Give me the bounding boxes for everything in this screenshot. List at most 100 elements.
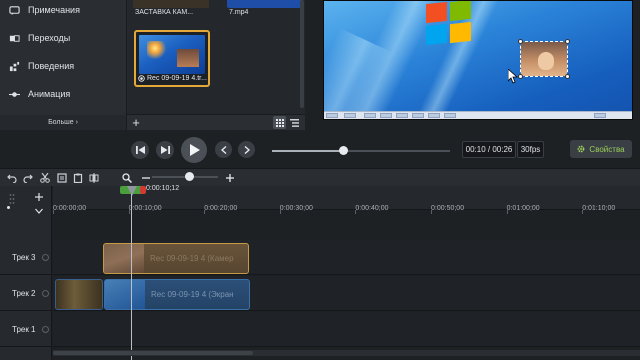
ruler-tick-mark xyxy=(582,210,584,214)
timeline-media-screen[interactable]: Rec 09-09-19 4 (Экран xyxy=(104,279,250,310)
collapse-tracks-button[interactable] xyxy=(35,201,43,214)
chevron-down-icon xyxy=(35,208,43,214)
ruler-tick-label: 0:00:40;00 xyxy=(355,205,389,212)
ruler-tick-mark xyxy=(431,210,432,214)
behaviors-icon xyxy=(0,61,28,72)
track-row-1[interactable] xyxy=(53,312,640,347)
ruler-tick-mark xyxy=(204,210,206,214)
ruler-tick-label: 0:00:00;00 xyxy=(53,205,87,212)
track-visibility-icon[interactable] xyxy=(42,253,49,261)
ruler-tick-mark xyxy=(355,210,357,214)
step-back-icon xyxy=(135,146,145,154)
zoom-in-button[interactable] xyxy=(224,172,235,183)
undo-button[interactable] xyxy=(6,172,17,183)
track-indicator xyxy=(7,206,10,209)
add-media-button[interactable]: + xyxy=(129,115,143,130)
tool-transitions[interactable]: Переходы xyxy=(0,25,127,51)
windows-logo xyxy=(426,1,474,46)
track-name: Трек 1 xyxy=(12,324,36,334)
more-tools-button[interactable]: Больше › xyxy=(0,115,127,130)
ruler-tick-label: 0:00:30;00 xyxy=(279,205,313,212)
play-icon xyxy=(189,144,200,156)
chevron-right-icon xyxy=(244,145,250,154)
tool-animation[interactable]: Анимация xyxy=(0,81,127,107)
properties-button[interactable]: Свойства xyxy=(570,140,632,158)
clip-thumbnail xyxy=(133,0,209,8)
tool-label: Поведения xyxy=(28,61,75,71)
clip-caption: ЗАСТАВКА КАМ... xyxy=(135,9,194,16)
ruler-tick-mark xyxy=(279,210,281,214)
ruler-tick-label: 0:00:50;00 xyxy=(431,205,465,212)
playhead-time: 0:00:10;12 xyxy=(146,185,180,192)
media-label: Rec 09-09-19 4 (Камер xyxy=(150,254,234,263)
playhead-line xyxy=(131,194,132,360)
ruler-tick-mark xyxy=(128,210,130,214)
redo-icon xyxy=(22,174,33,183)
chevron-left-icon xyxy=(220,145,226,154)
track-header-1[interactable]: Трек 1 xyxy=(0,312,52,347)
tool-label: Анимация xyxy=(28,89,71,99)
playback-progress xyxy=(272,150,344,152)
track-visibility-icon[interactable] xyxy=(42,289,49,297)
zoom-slider-handle[interactable] xyxy=(185,172,194,181)
tool-annotations[interactable]: Примечания xyxy=(0,0,127,23)
track-header-2[interactable]: Трек 2 xyxy=(0,276,52,311)
add-track-button[interactable] xyxy=(35,188,43,201)
tools-panel: Примечания Переходы Поведения Анимация xyxy=(0,0,127,115)
media-bin-scrollbar[interactable] xyxy=(300,0,304,108)
track-drag-handle-icon[interactable] xyxy=(9,192,15,204)
properties-label: Свойства xyxy=(589,144,625,154)
ruler-tick-label: 0:00:20;00 xyxy=(204,205,238,212)
fps-display[interactable]: 30fps xyxy=(517,141,544,158)
step-forward-icon xyxy=(160,146,170,154)
step-forward-button[interactable] xyxy=(156,141,174,159)
zoom-out-button[interactable] xyxy=(140,172,151,183)
grid-icon xyxy=(275,118,284,127)
tool-behaviors[interactable]: Поведения xyxy=(0,53,127,79)
minus-icon xyxy=(141,176,150,179)
grid-view-button[interactable] xyxy=(273,116,286,129)
track-header-3[interactable]: Трек 3 xyxy=(0,240,52,275)
timeline-scrollbar-thumb[interactable] xyxy=(53,351,253,355)
ruler-tick-label: 0:00:10;00 xyxy=(128,205,162,212)
media-bin-clip-selected[interactable]: Rec 09-09-19 4.tr... xyxy=(134,30,210,87)
previous-marker-button[interactable] xyxy=(215,141,232,158)
search-icon xyxy=(121,172,132,183)
scissors-icon xyxy=(39,172,50,183)
copy-button[interactable] xyxy=(56,172,67,183)
media-thumbnail xyxy=(104,244,144,273)
track-visibility-icon[interactable] xyxy=(42,325,49,333)
tool-label: Примечания xyxy=(28,5,80,15)
track-name: Трек 3 xyxy=(12,252,36,262)
paste-button[interactable] xyxy=(72,172,83,183)
tool-label: Переходы xyxy=(28,33,71,43)
next-marker-button[interactable] xyxy=(238,141,255,158)
transitions-icon xyxy=(0,33,28,44)
play-button[interactable] xyxy=(181,137,207,163)
mouse-cursor-icon xyxy=(508,69,518,84)
ruler-tick-label: 0:01:00;00 xyxy=(506,205,540,212)
media-thumbnail xyxy=(105,280,145,309)
record-icon xyxy=(138,75,145,82)
webcam-overlay[interactable] xyxy=(518,39,570,79)
animation-icon xyxy=(0,89,28,100)
plus-icon xyxy=(35,193,43,201)
redo-button[interactable] xyxy=(22,172,33,183)
zoom-button[interactable] xyxy=(121,172,132,183)
step-back-button[interactable] xyxy=(131,141,149,159)
canvas-preview[interactable] xyxy=(323,0,633,120)
media-bin-toolbar: + xyxy=(127,114,305,130)
ruler-tick-mark xyxy=(53,210,54,214)
gear-icon xyxy=(578,145,585,153)
timeline-media-intro[interactable] xyxy=(55,279,103,310)
clip-thumbnail xyxy=(139,35,205,74)
media-label: Rec 09-09-19 4 (Экран xyxy=(151,290,234,299)
split-button[interactable] xyxy=(88,172,99,183)
cut-button[interactable] xyxy=(39,172,50,183)
plus-icon xyxy=(225,173,234,182)
undo-icon xyxy=(6,174,17,183)
annotations-icon xyxy=(0,5,28,16)
list-view-button[interactable] xyxy=(288,116,301,129)
split-icon xyxy=(89,172,98,183)
timeline-media-camera[interactable]: Rec 09-09-19 4 (Камер xyxy=(103,243,249,274)
